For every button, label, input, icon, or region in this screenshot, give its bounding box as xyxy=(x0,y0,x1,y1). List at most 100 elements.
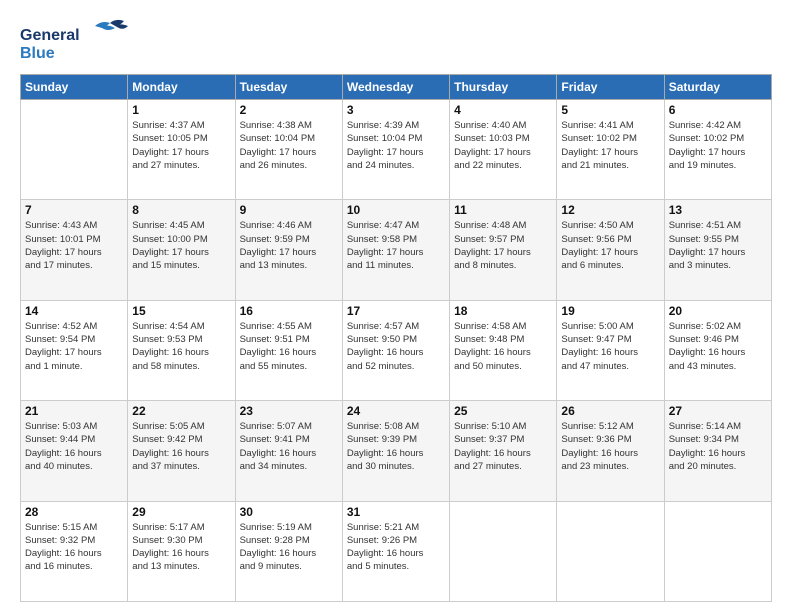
calendar-cell: 8Sunrise: 4:45 AM Sunset: 10:00 PM Dayli… xyxy=(128,200,235,300)
svg-text:General: General xyxy=(20,27,80,44)
day-info: Sunrise: 5:07 AM Sunset: 9:41 PM Dayligh… xyxy=(240,420,338,473)
day-info: Sunrise: 4:43 AM Sunset: 10:01 PM Daylig… xyxy=(25,219,123,272)
day-number: 14 xyxy=(25,304,123,318)
col-saturday: Saturday xyxy=(664,75,771,100)
calendar-cell: 17 Sunrise: 4:57 AM Sunset: 9:50 PM Dayli… xyxy=(342,300,449,400)
calendar-cell: 20 Sunrise: 5:02 AM Sunset: 9:46 PM Dayli… xyxy=(664,300,771,400)
day-info: Sunrise: 4:57 AM Sunset: 9:50 PM Dayligh… xyxy=(347,320,445,373)
calendar-cell: 29 Sunrise: 5:17 AM Sunset: 9:30 PM Dayli… xyxy=(128,501,235,601)
day-info: Sunrise: 4:42 AM Sunset: 10:02 PM Daylig… xyxy=(669,119,767,172)
calendar-cell: 2Sunrise: 4:38 AM Sunset: 10:04 PM Dayli… xyxy=(235,100,342,200)
day-number: 7 xyxy=(25,203,123,217)
day-number: 30 xyxy=(240,505,338,519)
day-number: 24 xyxy=(347,404,445,418)
col-tuesday: Tuesday xyxy=(235,75,342,100)
day-number: 9 xyxy=(240,203,338,217)
col-thursday: Thursday xyxy=(450,75,557,100)
calendar-cell: 19Sunrise: 5:00 AM Sunset: 9:47 PM Dayli… xyxy=(557,300,664,400)
day-info: Sunrise: 5:21 AM Sunset: 9:26 PM Dayligh… xyxy=(347,521,445,574)
day-info: Sunrise: 5:02 AM Sunset: 9:46 PM Dayligh… xyxy=(669,320,767,373)
calendar-cell: 31 Sunrise: 5:21 AM Sunset: 9:26 PM Dayli… xyxy=(342,501,449,601)
col-monday: Monday xyxy=(128,75,235,100)
day-number: 28 xyxy=(25,505,123,519)
day-info: Sunrise: 5:03 AM Sunset: 9:44 PM Dayligh… xyxy=(25,420,123,473)
calendar-week-5: 28 Sunrise: 5:15 AM Sunset: 9:32 PM Dayli… xyxy=(21,501,772,601)
day-info: Sunrise: 5:05 AM Sunset: 9:42 PM Dayligh… xyxy=(132,420,230,473)
logo-area: General Blue xyxy=(20,18,130,66)
day-info: Sunrise: 5:15 AM Sunset: 9:32 PM Dayligh… xyxy=(25,521,123,574)
day-number: 29 xyxy=(132,505,230,519)
day-info: Sunrise: 5:17 AM Sunset: 9:30 PM Dayligh… xyxy=(132,521,230,574)
day-number: 27 xyxy=(669,404,767,418)
day-number: 4 xyxy=(454,103,552,117)
day-number: 31 xyxy=(347,505,445,519)
day-info: Sunrise: 5:12 AM Sunset: 9:36 PM Dayligh… xyxy=(561,420,659,473)
day-number: 20 xyxy=(669,304,767,318)
day-number: 6 xyxy=(669,103,767,117)
day-info: Sunrise: 4:41 AM Sunset: 10:02 PM Daylig… xyxy=(561,119,659,172)
calendar-cell: 21 Sunrise: 5:03 AM Sunset: 9:44 PM Dayli… xyxy=(21,401,128,501)
day-number: 21 xyxy=(25,404,123,418)
calendar-header: Sunday Monday Tuesday Wednesday Thursday… xyxy=(21,75,772,100)
page: General Blue Sunday Monday Tuesday Wedne… xyxy=(0,0,792,612)
calendar-cell: 23Sunrise: 5:07 AM Sunset: 9:41 PM Dayli… xyxy=(235,401,342,501)
day-info: Sunrise: 5:10 AM Sunset: 9:37 PM Dayligh… xyxy=(454,420,552,473)
calendar-cell: 26 Sunrise: 5:12 AM Sunset: 9:36 PM Dayli… xyxy=(557,401,664,501)
day-number: 1 xyxy=(132,103,230,117)
calendar-week-3: 14 Sunrise: 4:52 AM Sunset: 9:54 PM Dayli… xyxy=(21,300,772,400)
calendar-cell: 16 Sunrise: 4:55 AM Sunset: 9:51 PM Dayli… xyxy=(235,300,342,400)
calendar-cell: 24 Sunrise: 5:08 AM Sunset: 9:39 PM Dayli… xyxy=(342,401,449,501)
calendar-cell: 4 Sunrise: 4:40 AM Sunset: 10:03 PM Dayli… xyxy=(450,100,557,200)
calendar-cell xyxy=(557,501,664,601)
calendar-cell: 6 Sunrise: 4:42 AM Sunset: 10:02 PM Dayli… xyxy=(664,100,771,200)
calendar-cell: 28 Sunrise: 5:15 AM Sunset: 9:32 PM Dayli… xyxy=(21,501,128,601)
calendar-week-4: 21 Sunrise: 5:03 AM Sunset: 9:44 PM Dayli… xyxy=(21,401,772,501)
day-info: Sunrise: 4:46 AM Sunset: 9:59 PM Dayligh… xyxy=(240,219,338,272)
day-info: Sunrise: 5:08 AM Sunset: 9:39 PM Dayligh… xyxy=(347,420,445,473)
calendar-table: Sunday Monday Tuesday Wednesday Thursday… xyxy=(20,74,772,602)
day-info: Sunrise: 4:54 AM Sunset: 9:53 PM Dayligh… xyxy=(132,320,230,373)
calendar-cell: 7 Sunrise: 4:43 AM Sunset: 10:01 PM Dayli… xyxy=(21,200,128,300)
day-info: Sunrise: 5:00 AM Sunset: 9:47 PM Dayligh… xyxy=(561,320,659,373)
logo-icon: General Blue xyxy=(20,18,130,66)
col-sunday: Sunday xyxy=(21,75,128,100)
day-info: Sunrise: 4:58 AM Sunset: 9:48 PM Dayligh… xyxy=(454,320,552,373)
calendar-cell: 11Sunrise: 4:48 AM Sunset: 9:57 PM Dayli… xyxy=(450,200,557,300)
day-number: 26 xyxy=(561,404,659,418)
calendar-cell: 13 Sunrise: 4:51 AM Sunset: 9:55 PM Dayli… xyxy=(664,200,771,300)
col-friday: Friday xyxy=(557,75,664,100)
calendar-cell xyxy=(664,501,771,601)
calendar-cell: 30 Sunrise: 5:19 AM Sunset: 9:28 PM Dayli… xyxy=(235,501,342,601)
calendar-cell: 12 Sunrise: 4:50 AM Sunset: 9:56 PM Dayli… xyxy=(557,200,664,300)
day-info: Sunrise: 4:39 AM Sunset: 10:04 PM Daylig… xyxy=(347,119,445,172)
day-info: Sunrise: 5:14 AM Sunset: 9:34 PM Dayligh… xyxy=(669,420,767,473)
day-number: 8 xyxy=(132,203,230,217)
day-info: Sunrise: 4:55 AM Sunset: 9:51 PM Dayligh… xyxy=(240,320,338,373)
day-info: Sunrise: 5:19 AM Sunset: 9:28 PM Dayligh… xyxy=(240,521,338,574)
day-info: Sunrise: 4:48 AM Sunset: 9:57 PM Dayligh… xyxy=(454,219,552,272)
day-number: 17 xyxy=(347,304,445,318)
svg-text:Blue: Blue xyxy=(20,45,55,62)
day-info: Sunrise: 4:50 AM Sunset: 9:56 PM Dayligh… xyxy=(561,219,659,272)
calendar-cell: 27 Sunrise: 5:14 AM Sunset: 9:34 PM Dayli… xyxy=(664,401,771,501)
day-number: 12 xyxy=(561,203,659,217)
calendar-cell: 10Sunrise: 4:47 AM Sunset: 9:58 PM Dayli… xyxy=(342,200,449,300)
day-number: 25 xyxy=(454,404,552,418)
day-number: 3 xyxy=(347,103,445,117)
calendar-cell: 25 Sunrise: 5:10 AM Sunset: 9:37 PM Dayli… xyxy=(450,401,557,501)
calendar-cell: 22Sunrise: 5:05 AM Sunset: 9:42 PM Dayli… xyxy=(128,401,235,501)
calendar-week-2: 7 Sunrise: 4:43 AM Sunset: 10:01 PM Dayli… xyxy=(21,200,772,300)
header-row: Sunday Monday Tuesday Wednesday Thursday… xyxy=(21,75,772,100)
day-number: 10 xyxy=(347,203,445,217)
calendar-week-1: 1 Sunrise: 4:37 AM Sunset: 10:05 PM Dayli… xyxy=(21,100,772,200)
day-info: Sunrise: 4:40 AM Sunset: 10:03 PM Daylig… xyxy=(454,119,552,172)
calendar-cell: 18 Sunrise: 4:58 AM Sunset: 9:48 PM Dayli… xyxy=(450,300,557,400)
day-number: 16 xyxy=(240,304,338,318)
day-info: Sunrise: 4:52 AM Sunset: 9:54 PM Dayligh… xyxy=(25,320,123,373)
day-number: 13 xyxy=(669,203,767,217)
day-info: Sunrise: 4:37 AM Sunset: 10:05 PM Daylig… xyxy=(132,119,230,172)
day-number: 18 xyxy=(454,304,552,318)
day-info: Sunrise: 4:51 AM Sunset: 9:55 PM Dayligh… xyxy=(669,219,767,272)
calendar-cell: 9 Sunrise: 4:46 AM Sunset: 9:59 PM Daylig… xyxy=(235,200,342,300)
calendar-cell: 5Sunrise: 4:41 AM Sunset: 10:02 PM Dayli… xyxy=(557,100,664,200)
